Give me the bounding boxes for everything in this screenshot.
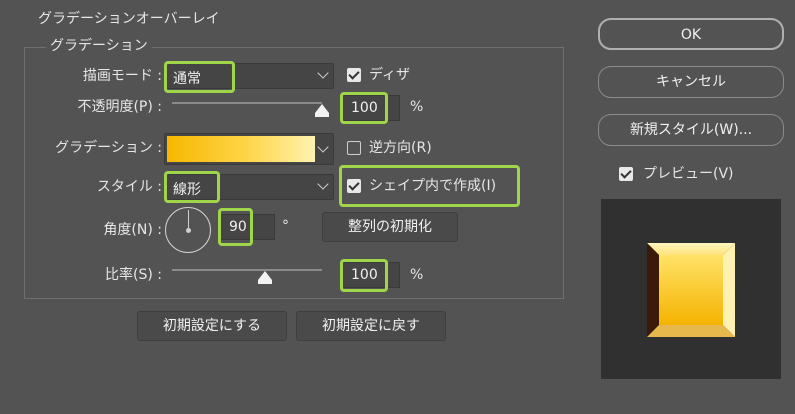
gradient-label: グラデーション : (55, 140, 162, 156)
highlight-align (339, 165, 520, 207)
inner-group-title: グラデーション (46, 38, 152, 54)
outer-group-title: グラデーションオーバーレイ (34, 11, 224, 27)
opacity-unit: % (410, 99, 424, 115)
scale-slider-thumb[interactable] (258, 271, 272, 284)
gradient-swatch[interactable] (167, 136, 315, 162)
scale-label: 比率(S) : (105, 267, 162, 283)
reset-alignment-button[interactable]: 整列の初期化 (322, 212, 458, 242)
reverse-label: 逆方向(R) (369, 140, 432, 156)
scale-slider-track[interactable] (172, 269, 322, 271)
blend-mode-label: 描画モード : (82, 68, 162, 84)
highlight-angle (218, 208, 253, 246)
angle-dial-center (186, 228, 191, 233)
opacity-label: 不透明度(P) : (77, 99, 162, 115)
opacity-slider-thumb[interactable] (315, 104, 329, 117)
reset-to-default-button[interactable]: 初期設定に戻す (296, 311, 446, 341)
style-label: スタイル : (96, 179, 162, 195)
highlight-style (164, 171, 220, 203)
chevron-down-icon (317, 141, 329, 153)
ok-button[interactable]: OK (598, 18, 784, 50)
angle-dial[interactable] (165, 207, 211, 253)
angle-label: 角度(N) : (103, 222, 162, 238)
preview-checkbox[interactable] (619, 167, 633, 181)
new-style-button[interactable]: 新規スタイル(W)... (598, 114, 784, 146)
preview-shape (647, 243, 735, 337)
highlight-blend-mode (164, 61, 235, 93)
gradient-picker[interactable] (164, 133, 334, 165)
reverse-checkbox[interactable] (347, 141, 361, 155)
dither-label: ディザ (369, 67, 411, 83)
dither-checkbox[interactable] (347, 68, 361, 82)
highlight-scale (340, 259, 388, 292)
highlight-opacity (340, 92, 388, 124)
angle-unit: ° (282, 218, 289, 234)
chevron-down-icon (317, 67, 329, 79)
preview-label: プレビュー(V) (643, 166, 734, 182)
preview-thumbnail (601, 199, 781, 379)
scale-unit: % (410, 267, 424, 283)
chevron-down-icon (317, 178, 329, 190)
opacity-slider-track[interactable] (172, 102, 322, 104)
angle-dial-needle (188, 210, 189, 230)
cancel-button[interactable]: キャンセル (598, 66, 784, 98)
make-default-button[interactable]: 初期設定にする (137, 311, 287, 341)
